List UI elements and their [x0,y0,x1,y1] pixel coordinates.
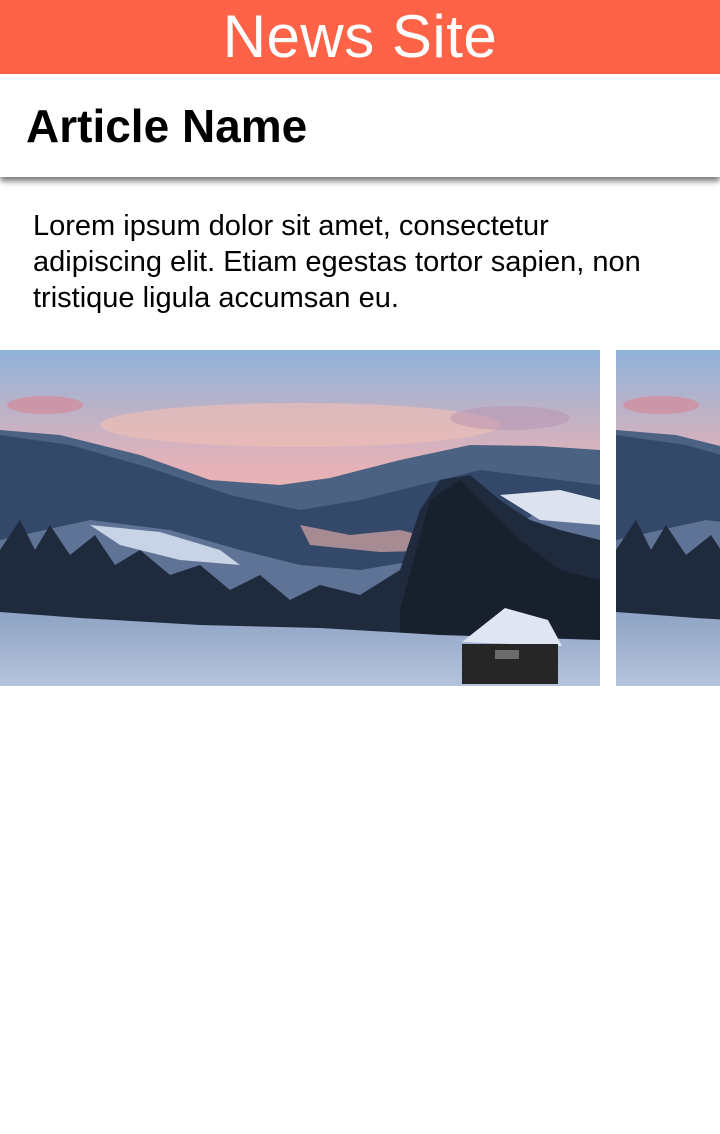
gallery-image[interactable] [616,350,720,686]
landscape-photo [616,350,720,686]
article-title-bar: Article Name [0,74,720,177]
site-title: News Site [222,3,498,70]
image-carousel[interactable] [0,350,720,686]
landscape-photo [0,350,600,686]
site-header: News Site [0,0,720,74]
gallery-image[interactable] [0,350,600,686]
article-title: Article Name [26,100,308,152]
article-body: Lorem ipsum dolor sit amet, consectetur … [33,210,641,314]
